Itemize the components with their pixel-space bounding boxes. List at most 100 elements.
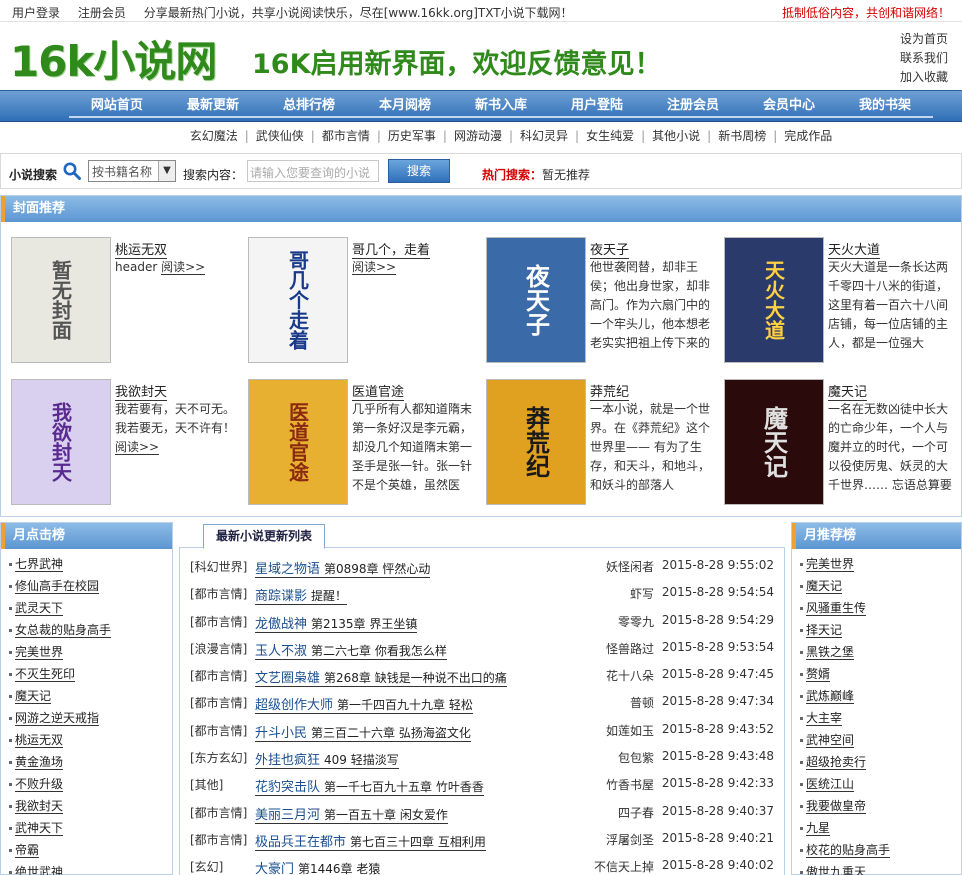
- book-cover-image[interactable]: 暂无封面: [11, 237, 111, 363]
- hot-search-value[interactable]: 暂无推荐: [542, 168, 590, 182]
- rank-item[interactable]: 帝霸: [9, 839, 172, 861]
- book-title[interactable]: 夜天子: [590, 239, 630, 259]
- rank-item-title[interactable]: 魔天记: [806, 579, 843, 594]
- book-title[interactable]: 我欲封天: [115, 381, 168, 401]
- update-book-name[interactable]: 升斗小民: [255, 726, 307, 741]
- update-book-link[interactable]: 星域之物语 第0898章 怦然心动: [255, 558, 431, 578]
- rank-item[interactable]: 赘婿: [800, 663, 961, 685]
- search-button[interactable]: 搜索: [388, 159, 450, 183]
- update-book-name[interactable]: 玉人不淑: [255, 644, 307, 659]
- rank-item-title[interactable]: 傲世九重天: [806, 865, 867, 875]
- update-category[interactable]: [科幻世界]: [190, 558, 247, 575]
- cover-book-card[interactable]: 魔天记 魔天记 一名在无数凶徒中长大的亡命少年，一个人与魔并立的时代，一个可以役使厉…: [724, 379, 954, 509]
- book-cover-image[interactable]: 莽荒纪: [486, 379, 586, 505]
- update-book-name[interactable]: 外挂也疯狂: [255, 753, 320, 768]
- rank-item-title[interactable]: 绝世武神: [15, 865, 64, 875]
- update-book-link[interactable]: 龙傲战神 第2135章 界王坐镇: [255, 613, 418, 633]
- update-category[interactable]: [其他]: [190, 776, 223, 793]
- rank-item[interactable]: 风骚重生传: [800, 597, 961, 619]
- cover-book-card[interactable]: 医道官途 医道官途 几乎所有人都知道隋末第一条好汉是李元霸，却没几个知道隋末第一圣手…: [248, 379, 478, 509]
- rank-item-title[interactable]: 帝霸: [15, 843, 40, 858]
- update-category[interactable]: [都市言情]: [190, 585, 247, 602]
- cover-book-card[interactable]: 哥几个走着 哥几个，走着 阅读>>: [248, 237, 478, 367]
- update-category[interactable]: [都市言情]: [190, 613, 247, 630]
- rank-item[interactable]: 修仙高手在校园: [9, 575, 172, 597]
- rank-item[interactable]: 完美世界: [800, 553, 961, 575]
- rank-item-title[interactable]: 赘婿: [806, 667, 831, 682]
- rank-item[interactable]: 完美世界: [9, 641, 172, 663]
- update-book-link[interactable]: 玉人不淑 第二六七章 你看我怎么样: [255, 640, 447, 660]
- rank-item[interactable]: 我欲封天: [9, 795, 172, 817]
- update-book-name[interactable]: 星域之物语: [255, 562, 320, 577]
- update-chapter-link[interactable]: 提醒！: [311, 589, 347, 603]
- rank-item-title[interactable]: 我欲封天: [15, 799, 64, 814]
- read-more-link[interactable]: 阅读>>: [115, 440, 160, 455]
- update-book-link[interactable]: 升斗小民 第三百二十六章 弘扬海盗文化: [255, 722, 471, 742]
- update-book-link[interactable]: 外挂也疯狂 409 轻描淡写: [255, 749, 399, 770]
- nav-item[interactable]: 我的书架: [837, 91, 934, 118]
- rank-item-title[interactable]: 超级抢卖行: [806, 755, 867, 770]
- update-category[interactable]: [都市言情]: [190, 722, 247, 739]
- book-title[interactable]: 天火大道: [828, 239, 881, 259]
- rank-item-title[interactable]: 择天记: [806, 623, 843, 638]
- update-book-link[interactable]: 美丽三月河 第一百五十章 闲女爱作: [255, 804, 448, 824]
- update-chapter-link[interactable]: 第268章 缺钱是一种说不出口的痛: [324, 671, 507, 685]
- update-book-name[interactable]: 商踪谍影: [255, 589, 307, 604]
- contact-us-link[interactable]: 联系我们: [900, 49, 948, 68]
- update-chapter-link[interactable]: 第三百二十六章 弘扬海盗文化: [311, 726, 471, 740]
- rank-item-title[interactable]: 网游之逆天戒指: [15, 711, 100, 726]
- update-book-name[interactable]: 龙傲战神: [255, 617, 307, 632]
- rank-item[interactable]: 武灵天下: [9, 597, 172, 619]
- update-category[interactable]: [东方玄幻]: [190, 749, 247, 766]
- rank-item[interactable]: 超级抢卖行: [800, 751, 961, 773]
- rank-item[interactable]: 傲世九重天: [800, 861, 961, 875]
- rank-item[interactable]: 不败升级: [9, 773, 172, 795]
- category-link[interactable]: 女生纯爱: [579, 124, 641, 148]
- rank-item[interactable]: 医统江山: [800, 773, 961, 795]
- rank-item-title[interactable]: 风骚重生传: [806, 601, 867, 616]
- rank-item-title[interactable]: 完美世界: [806, 557, 855, 572]
- update-chapter-link[interactable]: 409 轻描淡写: [324, 753, 399, 767]
- update-category[interactable]: [都市言情]: [190, 831, 247, 848]
- update-book-link[interactable]: 商踪谍影 提醒！: [255, 585, 348, 606]
- book-title[interactable]: 医道官途: [352, 381, 405, 401]
- category-link[interactable]: 历史军事: [381, 124, 443, 148]
- tab-latest-updates[interactable]: 最新小说更新列表: [203, 524, 326, 549]
- nav-item[interactable]: 本月阅榜: [356, 91, 453, 118]
- category-link[interactable]: 科幻灵异: [513, 124, 575, 148]
- rank-item-title[interactable]: 不灭生死印: [15, 667, 76, 682]
- book-title[interactable]: 哥几个，走着: [352, 239, 431, 259]
- rank-item-title[interactable]: 大主宰: [806, 711, 843, 726]
- update-category[interactable]: [都市言情]: [190, 804, 247, 821]
- rank-item[interactable]: 网游之逆天戒指: [9, 707, 172, 729]
- rank-item[interactable]: 不灭生死印: [9, 663, 172, 685]
- book-cover-image[interactable]: 夜天子: [486, 237, 586, 363]
- cover-book-card[interactable]: 夜天子 夜天子 他世袭罔替，却非王侯；他出身世家，却非高门。作为六扇门中的一个牢头儿…: [486, 237, 716, 367]
- cover-book-card[interactable]: 莽荒纪 莽荒纪 一本小说，就是一个世界。在《莽荒纪》这个世界里—— 有为了生存，和天…: [486, 379, 716, 509]
- update-book-link[interactable]: 极品兵王在都市 第七百三十四章 互相利用: [255, 831, 486, 851]
- book-cover-image[interactable]: 医道官途: [248, 379, 348, 505]
- book-title[interactable]: 莽荒纪: [590, 381, 630, 401]
- search-input[interactable]: 请输入您要查询的小说: [247, 160, 379, 182]
- book-cover-image[interactable]: 哥几个走着: [248, 237, 348, 363]
- category-link[interactable]: 玄幻魔法: [183, 124, 245, 148]
- nav-item[interactable]: 新书入库: [452, 91, 549, 118]
- nav-item[interactable]: 注册会员: [645, 91, 742, 118]
- add-favorite-link[interactable]: 加入收藏: [900, 68, 948, 87]
- book-title[interactable]: 魔天记: [828, 381, 868, 401]
- nav-item[interactable]: 总排行榜: [260, 91, 357, 118]
- update-chapter-link[interactable]: 第0898章 怦然心动: [324, 562, 430, 576]
- book-title[interactable]: 桃运无双: [115, 239, 168, 259]
- rank-item-title[interactable]: 女总裁的贴身高手: [15, 623, 112, 638]
- update-book-name[interactable]: 超级创作大师: [255, 698, 333, 713]
- nav-item[interactable]: 用户登陆: [549, 91, 646, 118]
- update-chapter-link[interactable]: 第一千七百九十五章 竹叶香香: [324, 780, 484, 794]
- rank-item[interactable]: 我要做皇帝: [800, 795, 961, 817]
- nav-item[interactable]: 网站首页: [68, 91, 165, 118]
- update-chapter-link[interactable]: 第二六七章 你看我怎么样: [311, 644, 447, 658]
- update-category[interactable]: [都市言情]: [190, 694, 247, 711]
- rank-item[interactable]: 七界武神: [9, 553, 172, 575]
- rank-item[interactable]: 绝世武神: [9, 861, 172, 875]
- cover-book-card[interactable]: 天火大道 天火大道 天火大道是一条长达两千零四十八米的街道，这里有着一百六十八间店铺…: [724, 237, 954, 367]
- rank-item[interactable]: 魔天记: [800, 575, 961, 597]
